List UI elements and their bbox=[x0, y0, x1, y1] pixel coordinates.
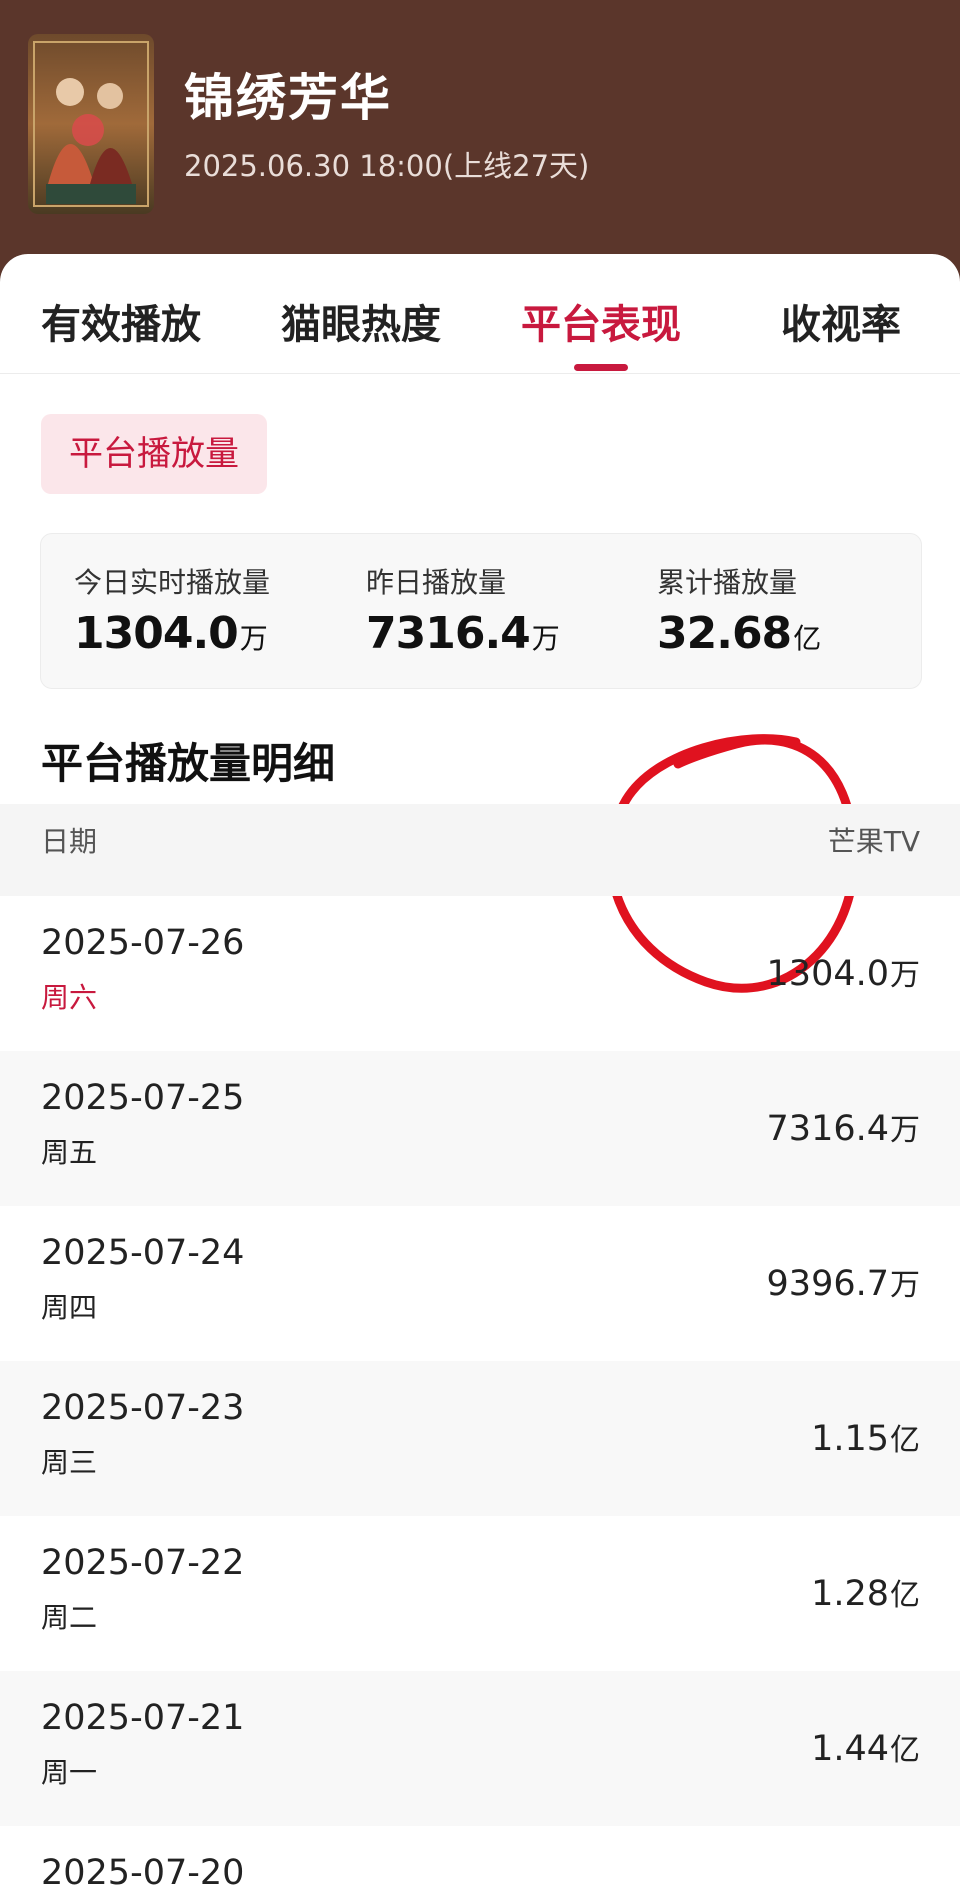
row-date: 2025-07-22 bbox=[41, 1543, 245, 1583]
tab-ratings[interactable]: 收视率 bbox=[781, 292, 901, 350]
stat-value: 1304.0万 bbox=[74, 608, 268, 659]
release-info: 2025.06.30 18:00(上线27天) bbox=[184, 149, 590, 183]
row-date: 2025-07-23 bbox=[41, 1388, 245, 1428]
column-header-platform: 芒果TV bbox=[827, 825, 920, 858]
row-value: 9396.7万 bbox=[766, 1264, 920, 1304]
header: 锦绣芳华 2025.06.30 18:00(上线27天) bbox=[0, 0, 960, 262]
table-body: 2025-07-26 周六 1304.0万 2025-07-25 周五 7316… bbox=[0, 896, 960, 1889]
content-sheet: 有效播放 猫眼热度 平台表现 收视率 平台播放量 今日实时播放量 1304.0万… bbox=[0, 254, 960, 1889]
row-weekday: 周一 bbox=[41, 1756, 98, 1789]
stats-card: 今日实时播放量 1304.0万 昨日播放量 7316.4万 累计播放量 32.6… bbox=[40, 533, 922, 689]
row-value: 7316.4万 bbox=[766, 1109, 920, 1149]
drama-title: 锦绣芳华 bbox=[184, 69, 392, 127]
table-row[interactable]: 2025-07-26 周六 1304.0万 bbox=[0, 896, 960, 1051]
table-row[interactable]: 2025-07-24 周四 9396.7万 bbox=[0, 1206, 960, 1361]
table-header: 日期 芒果TV bbox=[0, 804, 960, 896]
table-row[interactable]: 2025-07-22 周二 1.28亿 bbox=[0, 1516, 960, 1671]
tab-maoyan-heat[interactable]: 猫眼热度 bbox=[281, 292, 441, 350]
tab-bar: 有效播放 猫眼热度 平台表现 收视率 bbox=[0, 254, 960, 374]
drama-poster-image[interactable] bbox=[28, 34, 154, 214]
row-value: 1304.0万 bbox=[766, 954, 920, 994]
stat-label: 累计播放量 bbox=[657, 566, 798, 599]
row-date: 2025-07-25 bbox=[41, 1078, 245, 1118]
platform-plays-filter-chip[interactable]: 平台播放量 bbox=[41, 414, 267, 494]
tab-platform-performance[interactable]: 平台表现 bbox=[521, 292, 681, 350]
row-weekday: 周四 bbox=[41, 1291, 98, 1324]
stat-label: 今日实时播放量 bbox=[74, 566, 271, 599]
row-value bbox=[919, 1880, 920, 1889]
row-weekday: 周二 bbox=[41, 1601, 98, 1634]
stat-value: 32.68亿 bbox=[657, 608, 822, 659]
section-title: 平台播放量明细 bbox=[41, 739, 336, 788]
row-weekday: 周三 bbox=[41, 1446, 98, 1479]
row-date: 2025-07-24 bbox=[41, 1233, 245, 1273]
stat-label: 昨日播放量 bbox=[366, 566, 507, 599]
row-value: 1.15亿 bbox=[811, 1419, 920, 1459]
row-value: 1.28亿 bbox=[811, 1574, 920, 1614]
row-weekday: 周五 bbox=[41, 1136, 98, 1169]
table-row[interactable]: 2025-07-20 bbox=[0, 1826, 960, 1889]
active-tab-indicator bbox=[574, 364, 628, 371]
tab-effective-plays[interactable]: 有效播放 bbox=[41, 292, 201, 350]
column-header-date: 日期 bbox=[41, 825, 98, 858]
row-value: 1.44亿 bbox=[811, 1729, 920, 1769]
row-date: 2025-07-26 bbox=[41, 923, 245, 963]
table-row[interactable]: 2025-07-21 周一 1.44亿 bbox=[0, 1671, 960, 1826]
stat-value: 7316.4万 bbox=[366, 608, 560, 659]
table-row[interactable]: 2025-07-23 周三 1.15亿 bbox=[0, 1361, 960, 1516]
table-row[interactable]: 2025-07-25 周五 7316.4万 bbox=[0, 1051, 960, 1206]
row-date: 2025-07-20 bbox=[41, 1853, 245, 1889]
row-weekday: 周六 bbox=[41, 981, 98, 1014]
row-date: 2025-07-21 bbox=[41, 1698, 245, 1738]
